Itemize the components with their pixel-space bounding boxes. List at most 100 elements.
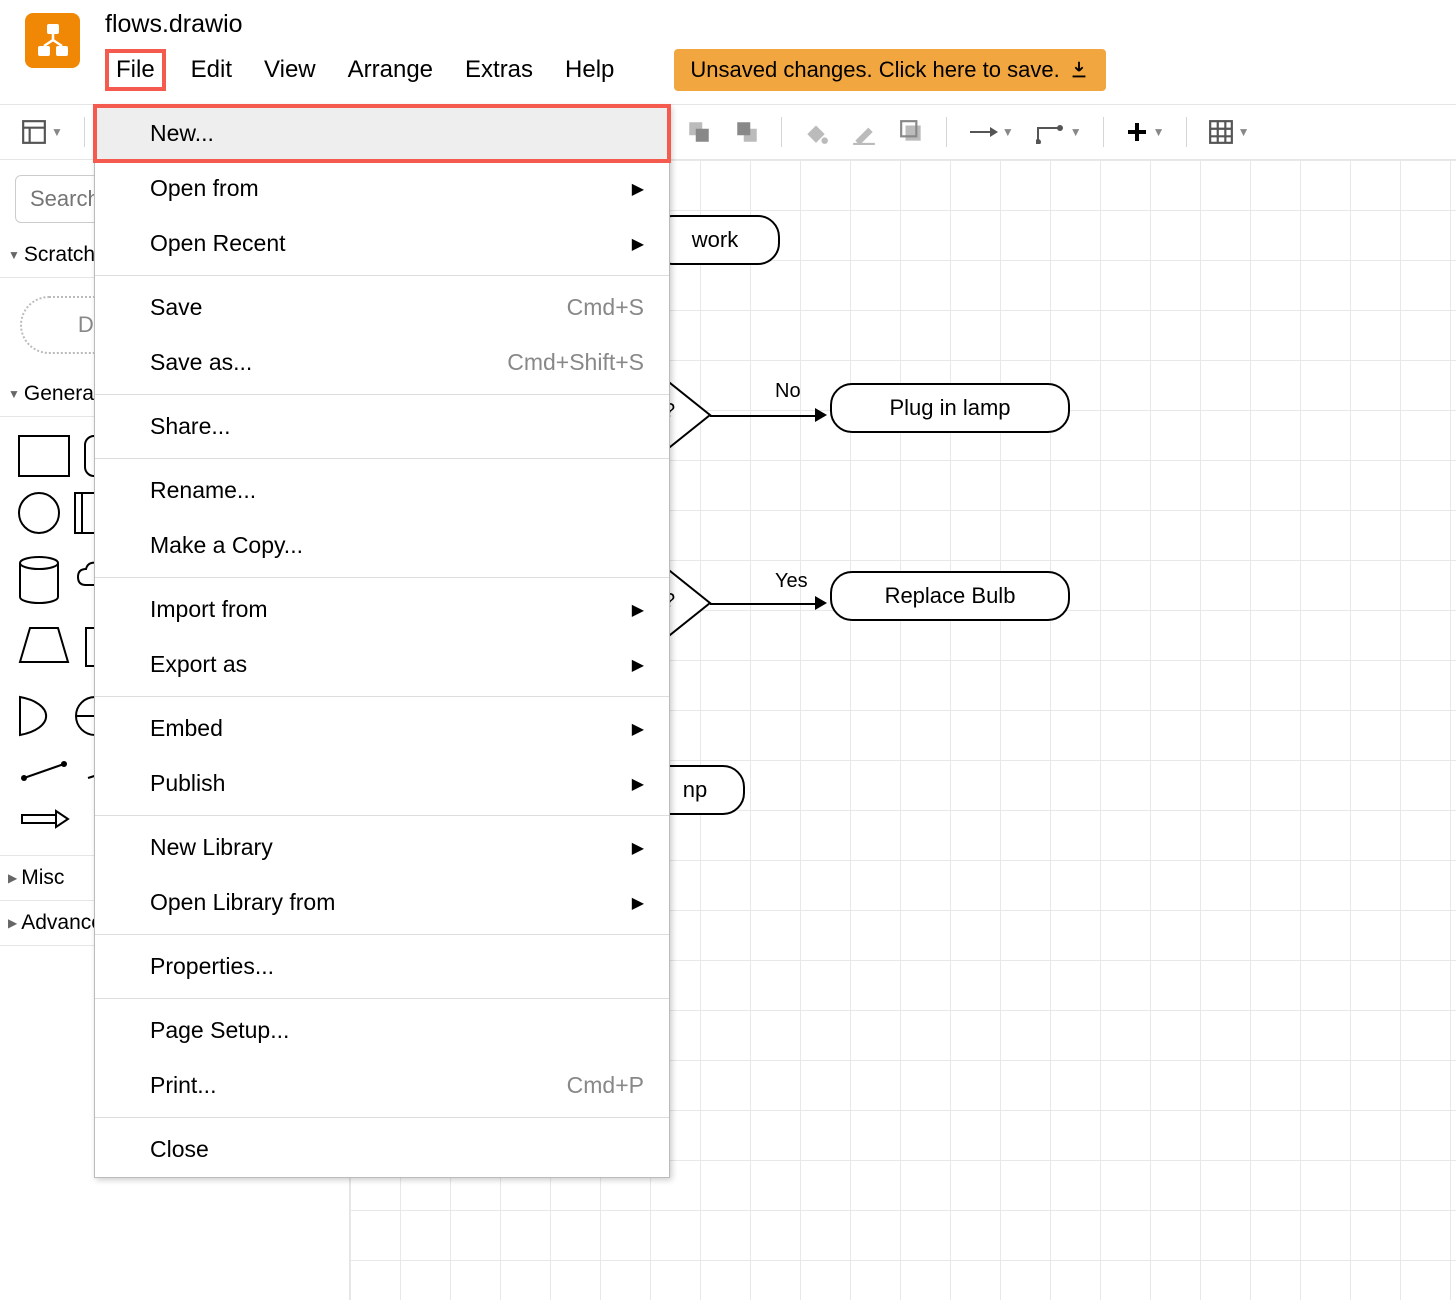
menu-separator xyxy=(95,1117,669,1118)
file-menu-item-close[interactable]: Close xyxy=(95,1122,669,1177)
toolbar-separator xyxy=(1103,117,1104,147)
menu-item-label: Embed xyxy=(150,715,223,742)
menu-item-label: Save xyxy=(150,294,202,321)
submenu-arrow-icon: ▶ xyxy=(632,838,644,858)
expand-icon: ▶ xyxy=(8,871,17,885)
shape-line-dots[interactable] xyxy=(18,758,70,790)
shape-cylinder[interactable] xyxy=(18,555,60,611)
file-menu-item-rename[interactable]: Rename... xyxy=(95,463,669,518)
file-menu-item-new[interactable]: New... xyxy=(95,106,669,161)
shape-thick-arrow[interactable] xyxy=(18,805,70,837)
menu-extras[interactable]: Extras xyxy=(458,53,540,87)
waypoint-icon xyxy=(1036,120,1066,144)
menu-separator xyxy=(95,577,669,578)
menu-help[interactable]: Help xyxy=(558,53,621,87)
menu-item-label: Save as... xyxy=(150,349,252,376)
toolbar-connection[interactable]: ▼ xyxy=(962,119,1020,145)
menu-item-label: Export as xyxy=(150,651,247,678)
caret-icon: ▼ xyxy=(1002,125,1014,139)
expand-icon: ▶ xyxy=(8,916,17,930)
arrow-1 xyxy=(710,415,815,417)
file-menu-item-print[interactable]: Print... Cmd+P xyxy=(95,1058,669,1113)
file-menu-item-new-library[interactable]: New Library▶ xyxy=(95,820,669,875)
file-menu-dropdown: New...Open from▶Open Recent▶SaveCmd+SSav… xyxy=(94,105,670,1178)
menu-item-label: New... xyxy=(150,120,214,147)
file-menu-item-properties[interactable]: Properties... xyxy=(95,939,669,994)
submenu-arrow-icon: ▶ xyxy=(632,179,644,199)
toolbar-separator xyxy=(946,117,947,147)
file-menu-item-publish[interactable]: Publish▶ xyxy=(95,756,669,811)
shape-half-circle[interactable] xyxy=(18,695,60,743)
file-menu-item-import-from[interactable]: Import from ▶ xyxy=(95,582,669,637)
menu-item-label: Close xyxy=(150,1136,209,1163)
node-plug[interactable]: Plug in lamp xyxy=(830,383,1070,433)
drawio-logo-icon xyxy=(34,22,72,60)
menu-separator xyxy=(95,458,669,459)
arrow-2 xyxy=(710,603,815,605)
file-menu-item-make-a-copy[interactable]: Make a Copy... xyxy=(95,518,669,573)
file-menu-item-open-from[interactable]: Open from▶ xyxy=(95,161,669,216)
file-menu-item-page-setup[interactable]: Page Setup... xyxy=(95,1003,669,1058)
menu-arrange[interactable]: Arrange xyxy=(341,53,440,87)
file-menu-item-export-as[interactable]: Export as ▶ xyxy=(95,637,669,692)
menu-item-label: Print... xyxy=(150,1072,216,1099)
toolbar-waypoint[interactable]: ▼ xyxy=(1030,116,1088,148)
caret-icon: ▼ xyxy=(1153,125,1165,139)
download-icon xyxy=(1068,59,1090,81)
menu-shortcut: Cmd+S xyxy=(567,294,644,321)
menu-shortcut: Cmd+P xyxy=(567,1072,644,1099)
toolbar-fill[interactable] xyxy=(797,115,835,149)
caret-icon: ▼ xyxy=(1070,125,1082,139)
table-icon xyxy=(1208,119,1234,145)
file-menu-item-open-library-from[interactable]: Open Library from▶ xyxy=(95,875,669,930)
caret-icon: ▼ xyxy=(51,125,63,139)
edge-no: No xyxy=(775,380,801,403)
edge-yes: Yes xyxy=(775,570,808,593)
menu-item-label: Page Setup... xyxy=(150,1017,289,1044)
toolbar-to-front[interactable] xyxy=(680,115,718,149)
file-menu-item-save-as[interactable]: Save as... Cmd+Shift+S xyxy=(95,335,669,390)
submenu-arrow-icon: ▶ xyxy=(632,655,644,675)
menu-item-label: Share... xyxy=(150,413,231,440)
document-title[interactable]: flows.drawio xyxy=(105,5,1436,39)
menu-edit[interactable]: Edit xyxy=(184,53,239,87)
menu-item-label: Import from xyxy=(150,596,268,623)
toolbar-shadow[interactable] xyxy=(893,115,931,149)
paint-bucket-icon xyxy=(803,119,829,145)
menu-item-label: Open Library from xyxy=(150,889,335,916)
submenu-arrow-icon: ▶ xyxy=(632,600,644,620)
toolbar-line-color[interactable] xyxy=(845,115,883,149)
to-front-icon xyxy=(686,119,712,145)
arrow-head-2 xyxy=(815,596,827,610)
shape-rectangle[interactable] xyxy=(18,435,70,477)
toolbar-insert[interactable]: ▼ xyxy=(1119,116,1171,148)
pencil-icon xyxy=(851,119,877,145)
file-menu-item-embed[interactable]: Embed ▶ xyxy=(95,701,669,756)
file-menu-item-save[interactable]: Save Cmd+S xyxy=(95,280,669,335)
collapse-icon: ▼ xyxy=(8,248,20,262)
menu-separator xyxy=(95,696,669,697)
collapse-icon: ▼ xyxy=(8,387,20,401)
node-replace[interactable]: Replace Bulb xyxy=(830,571,1070,621)
file-menu-item-open-recent[interactable]: Open Recent▶ xyxy=(95,216,669,271)
toolbar-to-back[interactable] xyxy=(728,115,766,149)
file-menu-item-share[interactable]: Share... xyxy=(95,399,669,454)
toolbar-separator xyxy=(781,117,782,147)
menu-file[interactable]: File xyxy=(105,49,166,91)
toolbar-layout[interactable]: ▼ xyxy=(15,115,69,149)
unsaved-changes-banner[interactable]: Unsaved changes. Click here to save. xyxy=(674,49,1105,91)
menu-item-label: Make a Copy... xyxy=(150,532,303,559)
to-back-icon xyxy=(734,119,760,145)
menubar: File Edit View Arrange Extras Help Unsav… xyxy=(105,49,1436,91)
toolbar-table[interactable]: ▼ xyxy=(1202,115,1256,149)
header-right: flows.drawio File Edit View Arrange Extr… xyxy=(105,5,1436,91)
submenu-arrow-icon: ▶ xyxy=(632,774,644,794)
header: flows.drawio File Edit View Arrange Extr… xyxy=(0,0,1456,105)
shape-trapezoid[interactable] xyxy=(18,626,70,680)
menu-shortcut: Cmd+Shift+S xyxy=(507,349,644,376)
submenu-arrow-icon: ▶ xyxy=(632,719,644,739)
shape-circle[interactable] xyxy=(18,492,60,534)
menu-view[interactable]: View xyxy=(257,53,323,87)
menu-separator xyxy=(95,998,669,999)
layout-icon xyxy=(21,119,47,145)
